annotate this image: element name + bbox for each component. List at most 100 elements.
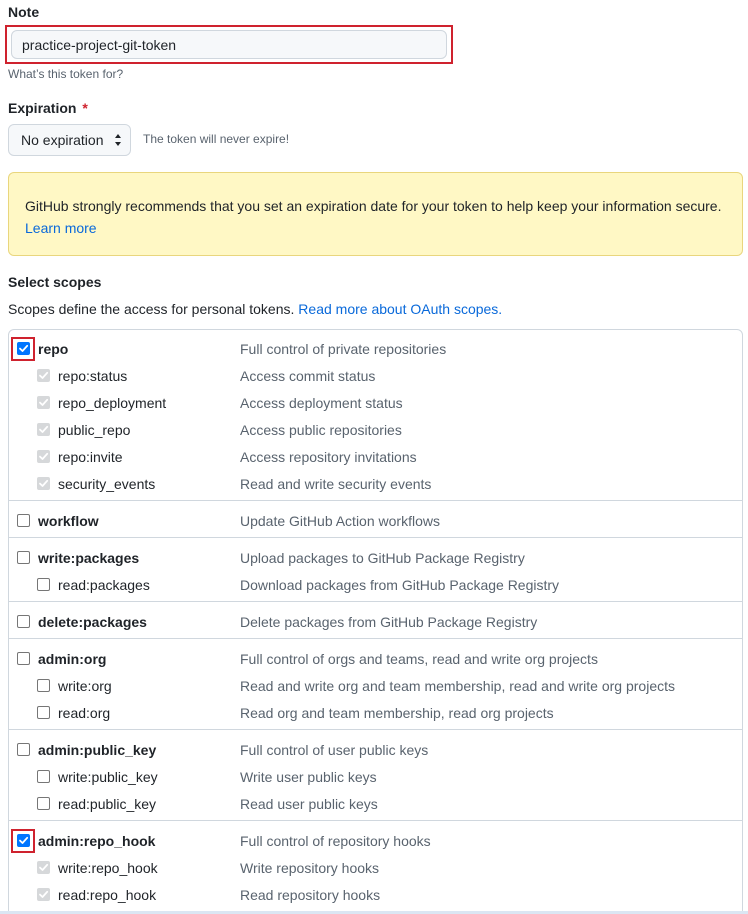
scope-description: Full control of repository hooks (240, 833, 431, 849)
select-scopes-title: Select scopes (8, 274, 102, 290)
expiration-note: The token will never expire! (143, 132, 290, 146)
flash-text: GitHub strongly recommends that you set … (25, 198, 722, 214)
scope-checkbox-delete-packages[interactable] (17, 615, 30, 628)
scope-checkbox-read-repo-hook (37, 888, 50, 901)
scope-checkbox-repo-invite (37, 450, 50, 463)
scope-name: security_events (58, 476, 156, 492)
scope-description: Full control of orgs and teams, read and… (240, 651, 598, 667)
checkbox-highlight-box (11, 829, 35, 853)
scope-name: read:org (58, 705, 111, 721)
scope-checkbox-security-events (37, 477, 50, 490)
checkmark-icon (39, 425, 49, 433)
scope-name: read:public_key (58, 796, 157, 812)
expiration-warning-banner: GitHub strongly recommends that you set … (8, 172, 743, 256)
scope-subrow: repo_deployment Access deployment status (8, 390, 743, 417)
scope-description: Write user public keys (240, 769, 377, 785)
scope-subrow: read:packages Download packages from GitH… (8, 572, 743, 599)
scope-subrow: security_events Read and write security e… (8, 471, 743, 498)
scope-description: Write repository hooks (240, 860, 380, 876)
scope-name: read:packages (58, 577, 150, 593)
required-mark: * (82, 100, 88, 116)
scope-checkbox-repo-status (37, 369, 50, 382)
scope-checkbox-write-packages[interactable] (17, 551, 30, 564)
select-caret-icon (115, 134, 121, 146)
checkbox-highlight-box (11, 337, 35, 361)
scopes-description: Scopes define the access for personal to… (8, 301, 502, 317)
scope-checkbox-admin-org[interactable] (17, 652, 30, 665)
scope-description: Full control of private repositories (240, 341, 447, 357)
checkmark-icon (39, 371, 49, 379)
scope-description: Read user public keys (240, 796, 378, 812)
scope-group-divider (8, 537, 743, 538)
note-label: Note (8, 4, 40, 20)
scope-description: Access public repositories (240, 422, 402, 438)
scope-checkbox-write-repo-hook (37, 861, 50, 874)
scope-group-divider (8, 820, 743, 821)
scope-description: Read and write security events (240, 476, 432, 492)
scope-subrow: read:repo_hook Read repository hooks (8, 882, 743, 909)
scope-description: Read repository hooks (240, 887, 381, 903)
scope-name: admin:repo_hook (38, 833, 156, 849)
scope-name: admin:org (38, 651, 107, 667)
scope-description: Upload packages to GitHub Package Regist… (240, 550, 525, 566)
scope-row: admin:public_key Full control of user pub… (8, 737, 743, 764)
scope-row: admin:repo_hook Full control of repositor… (8, 828, 743, 855)
scope-subrow: read:public_key Read user public keys (8, 791, 743, 818)
scope-subrow: write:repo_hook Write repository hooks (8, 855, 743, 882)
scope-checkbox-write-public-key[interactable] (37, 770, 50, 783)
scope-checkbox-public-repo (37, 423, 50, 436)
scope-group-divider (8, 729, 743, 730)
checkmark-icon (39, 890, 49, 898)
scope-name: repo:invite (58, 449, 123, 465)
scope-row: write:packages Upload packages to GitHub … (8, 545, 743, 572)
scope-description: Download packages from GitHub Package Re… (240, 577, 560, 593)
scope-name: workflow (38, 513, 99, 529)
scope-row: delete:packages Delete packages from GitH… (8, 609, 743, 636)
checkmark-icon (39, 398, 49, 406)
checkmark-icon (39, 863, 49, 871)
expiration-select[interactable]: No expiration (8, 124, 131, 156)
scope-subrow: write:org Read and write org and team mem… (8, 673, 743, 700)
scope-description: Delete packages from GitHub Package Regi… (240, 614, 538, 630)
scope-subrow: repo:invite Access repository invitations (8, 444, 743, 471)
scope-description: Read and write org and team membership, … (240, 678, 675, 694)
scope-checkbox-read-packages[interactable] (37, 578, 50, 591)
checkmark-icon (39, 479, 49, 487)
scope-checkbox-repo-deployment (37, 396, 50, 409)
scope-row: workflow Update GitHub Action workflows (8, 508, 743, 535)
scope-group-divider (8, 601, 743, 602)
scope-checkbox-admin-public-key[interactable] (17, 743, 30, 756)
scope-checkbox-write-org[interactable] (37, 679, 50, 692)
scope-name: repo_deployment (58, 395, 167, 411)
scope-description: Access commit status (240, 368, 376, 384)
scope-name: public_repo (58, 422, 131, 438)
scope-description: Access repository invitations (240, 449, 417, 465)
learn-more-link[interactable]: Learn more (25, 220, 97, 236)
scope-subrow: repo:status Access commit status (8, 363, 743, 390)
scope-checkbox-read-org[interactable] (37, 706, 50, 719)
scopes-desc-text: Scopes define the access for personal to… (8, 301, 295, 317)
expiration-label: Expiration * (8, 100, 88, 116)
note-help-text: What’s this token for? (8, 67, 124, 81)
scope-group-divider (8, 638, 743, 639)
expiration-label-text: Expiration (8, 100, 77, 116)
expiration-selected-value: No expiration (21, 132, 104, 148)
scope-name: write:org (58, 678, 112, 694)
scope-name: repo (38, 341, 69, 357)
note-input[interactable] (11, 30, 447, 59)
scope-description: Update GitHub Action workflows (240, 513, 440, 529)
scope-checkbox-workflow[interactable] (17, 514, 30, 527)
scope-row: repo Full control of private repositories (8, 336, 743, 363)
note-highlight-box (5, 25, 453, 64)
oauth-scopes-link[interactable]: Read more about OAuth scopes. (298, 301, 502, 317)
scope-description: Read org and team membership, read org p… (240, 705, 554, 721)
scope-name: write:packages (38, 550, 140, 566)
scope-subrow: read:org Read org and team membership, re… (8, 700, 743, 727)
scope-subrow: public_repo Access public repositories (8, 417, 743, 444)
scope-checkbox-read-public-key[interactable] (37, 797, 50, 810)
scope-group-divider (8, 500, 743, 501)
scope-row: admin:org Full control of orgs and teams,… (8, 646, 743, 673)
scope-name: admin:public_key (38, 742, 157, 758)
scope-name: delete:packages (38, 614, 147, 630)
scope-description: Full control of user public keys (240, 742, 429, 758)
